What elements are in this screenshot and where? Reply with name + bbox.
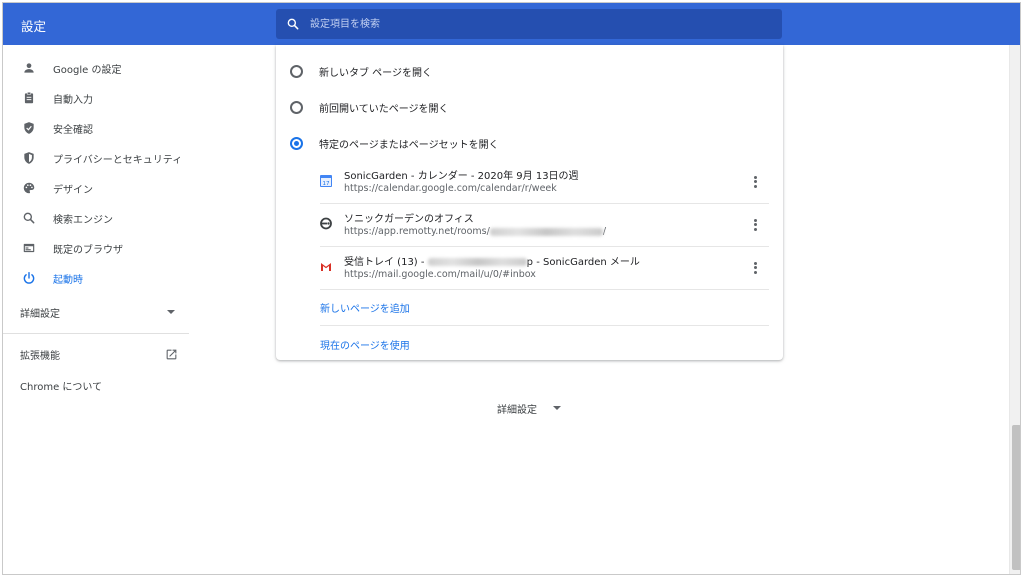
- more-vert-icon[interactable]: [749, 174, 761, 190]
- scrollbar-thumb[interactable]: [1012, 425, 1020, 570]
- page-url-text: https://app.remotty.net/rooms/ /: [344, 226, 606, 237]
- more-vert-icon[interactable]: [749, 217, 761, 233]
- sidebar: Google の設定 自動入力 安全確認 プライバシーとセキュリティ デザイン: [3, 45, 195, 574]
- shield-icon: [21, 150, 37, 166]
- sidebar-item-on-startup[interactable]: 起動時: [3, 263, 191, 293]
- open-in-new-icon: [163, 346, 179, 362]
- advanced-settings-button[interactable]: 詳細設定: [497, 401, 561, 416]
- sidebar-item-label: Chrome について: [20, 381, 103, 393]
- search-input[interactable]: [310, 9, 770, 39]
- power-icon: [21, 270, 37, 286]
- sidebar-item-search-engine[interactable]: 検索エンジン: [3, 203, 191, 233]
- sidebar-item-label: 拡張機能: [20, 350, 60, 362]
- svg-text:17: 17: [323, 181, 330, 187]
- clipboard-icon: [21, 90, 37, 106]
- startup-option-specific-pages[interactable]: 特定のページまたはページセットを開く: [276, 125, 783, 161]
- radio-button[interactable]: [290, 100, 303, 114]
- search-icon: [21, 210, 37, 226]
- sidebar-item-about[interactable]: Chrome について: [3, 370, 191, 400]
- radio-button[interactable]: [290, 64, 303, 78]
- startup-page-row: 17 SonicGarden - カレンダー - 2020年 9月 13日の週 …: [320, 161, 769, 204]
- header-bar: 設定: [3, 3, 1020, 45]
- url-suffix: /: [602, 226, 607, 237]
- page-title-text: ソニックガーデンのオフィス: [344, 214, 474, 225]
- sidebar-item-label: 既定のブラウザ: [53, 244, 123, 256]
- page-title-text: 受信トレイ (13) - p - SonicGarden メール: [344, 253, 640, 268]
- more-vert-icon[interactable]: [749, 260, 761, 276]
- chevron-down-icon: [167, 310, 175, 314]
- sidebar-item-label: Google の設定: [53, 64, 122, 76]
- search-icon: [287, 18, 299, 30]
- page-title: 設定: [21, 19, 47, 34]
- option-label: 前回開いていたページを開く: [319, 103, 449, 115]
- gmail-icon: [321, 263, 331, 271]
- use-current-pages-link[interactable]: 現在のページを使用: [320, 337, 410, 352]
- sidebar-item-label: デザイン: [53, 184, 93, 196]
- sidebar-item-safety-check[interactable]: 安全確認: [3, 113, 191, 143]
- title-suffix: p - SonicGarden メール: [526, 257, 640, 268]
- sidebar-item-label: 安全確認: [53, 124, 93, 136]
- sidebar-item-label: プライバシーとセキュリティ: [53, 154, 183, 166]
- settings-window: 設定 Google の設定 自動入力 安全確認: [2, 2, 1021, 575]
- sidebar-item-extensions[interactable]: 拡張機能: [3, 339, 191, 369]
- sidebar-item-privacy[interactable]: プライバシーとセキュリティ: [3, 143, 191, 173]
- sidebar-item-default-browser[interactable]: 既定のブラウザ: [3, 233, 191, 263]
- sidebar-item-label: 起動時: [53, 274, 83, 286]
- url-prefix: https://app.remotty.net/rooms/: [344, 226, 490, 237]
- page-url-text: https://calendar.google.com/calendar/r/w…: [344, 183, 557, 194]
- startup-card: 新しいタブ ページを開く 前回開いていたページを開く 特定のページまたはページセ…: [276, 45, 783, 360]
- sidebar-divider: [3, 333, 189, 334]
- sidebar-item-autofill[interactable]: 自動入力: [3, 83, 191, 113]
- person-icon: [21, 60, 37, 76]
- advanced-settings-label: 詳細設定: [497, 405, 537, 416]
- sidebar-item-google[interactable]: Google の設定: [3, 53, 191, 83]
- page-title-text: SonicGarden - カレンダー - 2020年 9月 13日の週: [344, 171, 579, 182]
- browser-icon: [21, 240, 37, 256]
- sidebar-advanced-toggle[interactable]: 詳細設定: [3, 297, 191, 327]
- startup-option-continue[interactable]: 前回開いていたページを開く: [276, 89, 783, 125]
- startup-page-row: 受信トレイ (13) - p - SonicGarden メール https:/…: [320, 247, 769, 290]
- startup-option-new-tab[interactable]: 新しいタブ ページを開く: [276, 53, 783, 89]
- chevron-down-icon: [553, 406, 561, 410]
- page-url-text: https://mail.google.com/mail/u/0/#inbox: [344, 269, 536, 280]
- redacted-text: [489, 227, 603, 236]
- card-divider: [320, 325, 769, 326]
- add-page-link[interactable]: 新しいページを追加: [320, 300, 410, 315]
- sidebar-item-label: 自動入力: [53, 94, 93, 106]
- sidebar-advanced-label: 詳細設定: [20, 308, 60, 320]
- scrollbar[interactable]: [1009, 45, 1020, 574]
- option-label: 特定のページまたはページセットを開く: [319, 139, 499, 151]
- startup-page-row: ソニックガーデンのオフィス https://app.remotty.net/ro…: [320, 204, 769, 247]
- radio-button-selected[interactable]: [290, 136, 303, 150]
- title-prefix: 受信トレイ (13) -: [344, 257, 428, 268]
- redacted-text: [427, 258, 527, 266]
- sidebar-item-label: 検索エンジン: [53, 214, 113, 226]
- search-box[interactable]: [276, 9, 782, 39]
- remotty-icon: [320, 217, 332, 230]
- sidebar-item-appearance[interactable]: デザイン: [3, 173, 191, 203]
- calendar-icon: 17: [320, 175, 332, 187]
- option-label: 新しいタブ ページを開く: [319, 67, 432, 79]
- palette-icon: [21, 180, 37, 196]
- shield-check-icon: [21, 120, 37, 136]
